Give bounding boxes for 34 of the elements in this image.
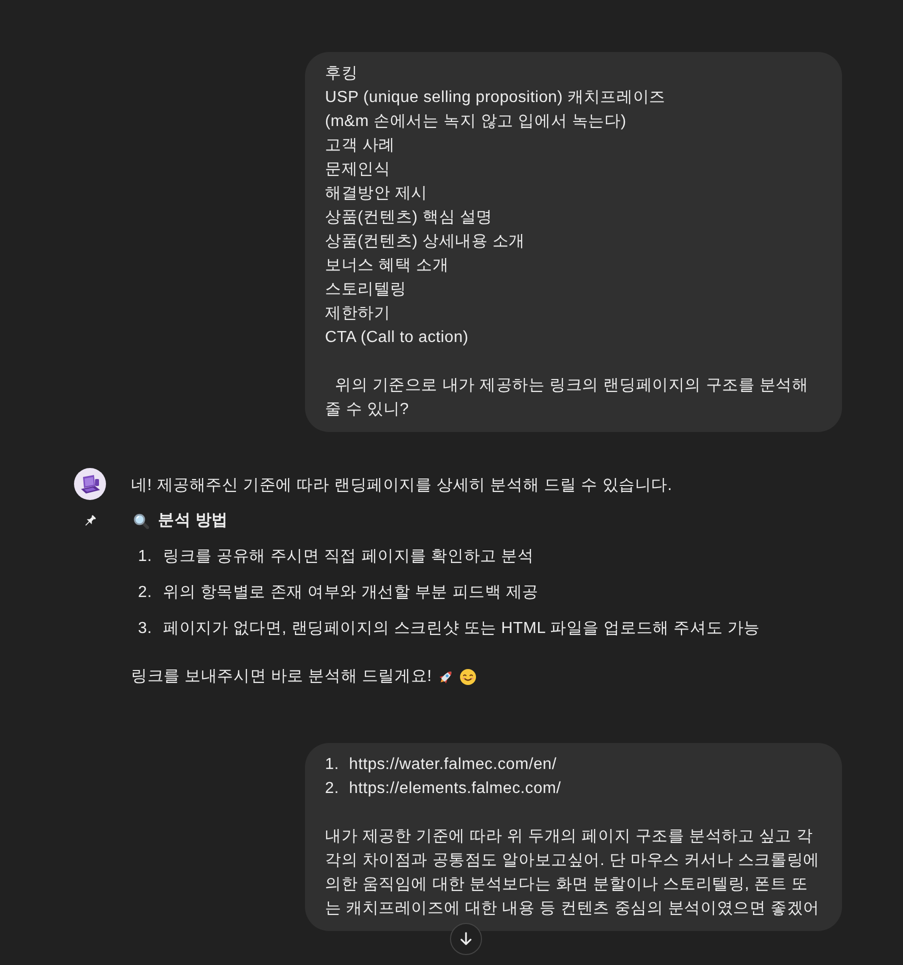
message-text: 네! 제공해주신 기준에 따라 랜딩페이지를 상세히 분석해 드릴 수 있습니다. (131, 476, 674, 496)
section-heading: 분석 방법 (158, 511, 228, 531)
smiling-face-icon (460, 669, 476, 685)
message-text: 링크를 보내주시면 바로 분석해 드릴게요! (131, 667, 432, 687)
message-line: 고객 사례 (325, 136, 395, 156)
message-line: 해결방안 제시 (325, 184, 428, 204)
message-line: 상품(컨텐츠) 상세내용 소개 (325, 232, 526, 252)
list-item-text: 링크를 공유해 주시면 직접 페이지를 확인하고 분석 (163, 547, 534, 567)
url-text: https://water.falmec.com/en/ (349, 755, 557, 775)
message-line: 문제인식 (325, 160, 390, 180)
pin-icon (83, 514, 97, 528)
laptop-avatar-icon (74, 468, 106, 500)
list-number: 1. (138, 547, 153, 567)
message-line: (m&m 손에서는 녹지 않고 입에서 녹는다) (325, 112, 626, 132)
list-item-text: 페이지가 없다면, 랜딩페이지의 스크린샷 또는 HTML 파일을 업로드해 주셔도 가능 (163, 619, 760, 639)
message-line: 상품(컨텐츠) 핵심 설명 (325, 208, 492, 228)
message-line: 후킹 (325, 64, 358, 84)
rocket-icon (438, 669, 454, 685)
message-line: USP (unique selling proposition) 캐치프레이즈 (325, 88, 666, 108)
message-text: 내가 제공한 기준에 따라 위 두개의 페이지 구조를 분석하고 싶고 각각의 차이점과 공통점도 알아보고싶어. 단 마우스 커서나 스크롤링에 의한 움직임에 대한 분석보다는 화면 분할이나 스토리텔링, 폰트 또는 캐치프레이즈에 대한 내용 등 컨텐츠 중심의 분석이였으면 좋겠어 (325, 827, 820, 919)
arrow-down-icon (459, 932, 473, 946)
list-number: 1. (325, 755, 340, 775)
list-number: 2. (138, 583, 153, 603)
list-number: 3. (138, 619, 153, 639)
message-line: 스토리텔링 (325, 280, 406, 300)
magnifying-glass-icon (133, 513, 149, 529)
list-item-text: 위의 항목별로 존재 여부와 개선할 부분 피드백 제공 (163, 583, 539, 603)
message-line: 보너스 혜택 소개 (325, 256, 449, 276)
message-text: 위의 기준으로 내가 제공하는 링크의 랜딩페이지의 구조를 분석해 줄 수 있니? (325, 376, 810, 420)
list-number: 2. (325, 779, 340, 799)
url-text: https://elements.falmec.com/ (349, 779, 562, 799)
scroll-down-button[interactable] (450, 923, 482, 955)
message-line: 제한하기 (325, 304, 390, 324)
message-line: CTA (Call to action) (325, 328, 469, 348)
